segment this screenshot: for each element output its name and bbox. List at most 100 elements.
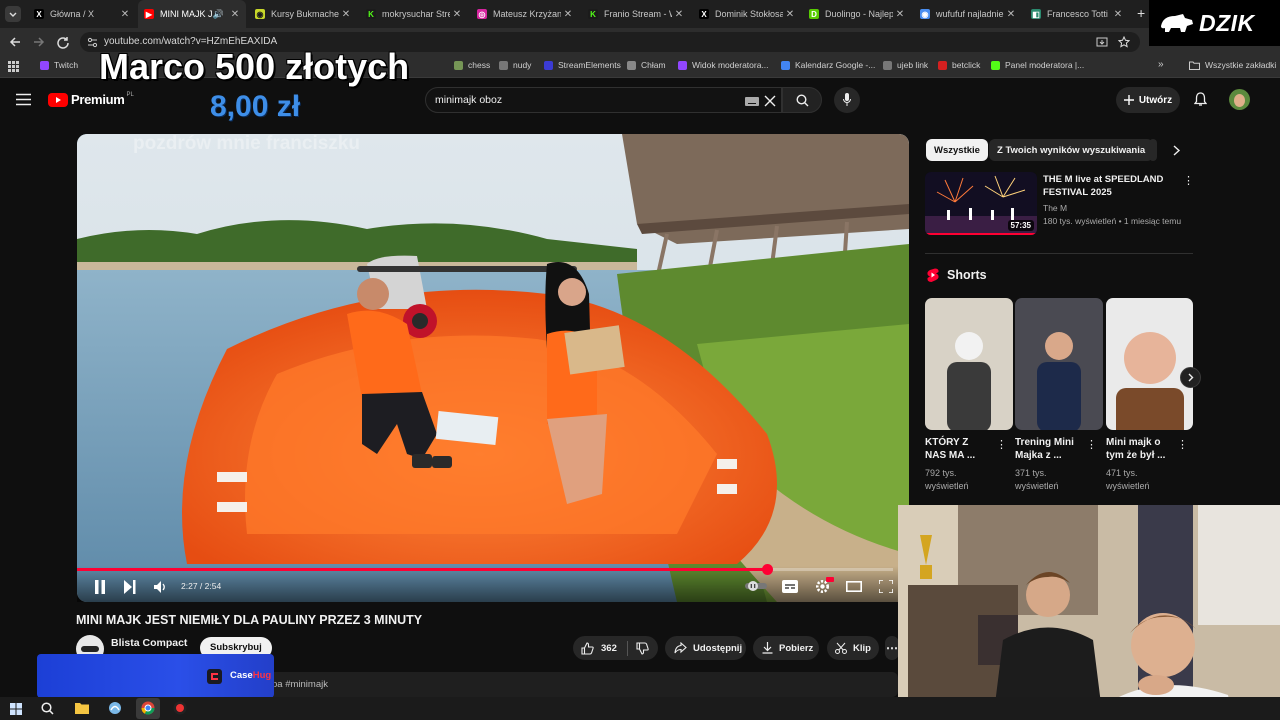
short-title-line2[interactable]: Majka z ... — [1015, 449, 1062, 462]
volume-icon[interactable] — [154, 580, 168, 594]
close-tab-icon[interactable]: ✕ — [1111, 9, 1125, 20]
close-tab-icon[interactable]: ✕ — [450, 9, 464, 20]
recommended-video-card[interactable]: 57:35 THE M live at SPEEDLAND FESTIVAL 2… — [925, 172, 1194, 236]
search-box[interactable]: minimajk oboz — [425, 87, 782, 113]
channel-name[interactable]: Blista Compact — [111, 637, 187, 649]
search-input[interactable]: minimajk oboz — [435, 94, 502, 106]
bookmark-star-icon[interactable] — [1118, 36, 1130, 48]
video-player[interactable] — [77, 134, 909, 602]
bookmarks-overflow-chevron[interactable]: » — [1158, 59, 1164, 70]
close-tab-icon[interactable]: ✕ — [783, 9, 797, 20]
tab-search-button[interactable] — [5, 6, 21, 22]
chrome-taskbar-active[interactable] — [136, 698, 160, 719]
close-tab-icon[interactable]: ✕ — [1004, 9, 1018, 20]
chip-all[interactable]: Wszystkie — [926, 139, 988, 161]
youtube-logo[interactable]: Premium PL — [48, 92, 134, 107]
short-title-line1[interactable]: Trening Mini — [1015, 436, 1074, 449]
close-tab-icon[interactable]: ✕ — [228, 9, 242, 20]
bookmark-item[interactable]: Chłam — [627, 60, 666, 70]
apps-grid-icon[interactable] — [8, 61, 19, 72]
browser-tab[interactable]: K Franio Stream - W ✕ — [582, 0, 690, 28]
autoplay-toggle-icon[interactable] — [745, 581, 767, 591]
account-avatar[interactable] — [1229, 89, 1250, 110]
browser-tab[interactable]: ◉ wufufuf najladnie ✕ — [914, 0, 1022, 28]
search-button[interactable] — [782, 87, 822, 113]
bookmark-item[interactable]: chess — [454, 60, 490, 70]
next-video-icon[interactable] — [124, 580, 136, 594]
file-explorer-icon[interactable] — [75, 702, 89, 714]
clear-search-icon[interactable] — [764, 95, 776, 107]
hamburger-menu-icon[interactable] — [16, 93, 31, 106]
short-thumbnail[interactable] — [1015, 298, 1103, 430]
close-tab-icon[interactable]: ✕ — [672, 9, 686, 20]
bookmark-item[interactable]: nudy — [499, 60, 531, 70]
notifications-bell-icon[interactable] — [1194, 92, 1207, 107]
browser-tab[interactable]: ◉ Kursy Bukmacher ✕ — [249, 0, 357, 28]
short-menu-kebab[interactable]: ⋮ — [1086, 438, 1097, 451]
all-bookmarks-folder[interactable]: Wszystkie zakładki — [1189, 60, 1276, 70]
short-title-line1[interactable]: KTÓRY Z — [925, 436, 968, 449]
bookmark-item[interactable]: Kalendarz Google -... — [781, 60, 875, 70]
windows-start-icon[interactable] — [10, 703, 22, 715]
create-button[interactable]: Utwórz — [1116, 87, 1180, 113]
close-tab-icon[interactable]: ✕ — [561, 9, 575, 20]
recommended-menu-kebab[interactable]: ⋮ — [1183, 174, 1194, 187]
close-tab-icon[interactable]: ✕ — [118, 9, 132, 20]
chips-next-chevron-icon[interactable] — [1172, 145, 1181, 156]
short-menu-kebab[interactable]: ⋮ — [996, 438, 1007, 451]
taskbar-app-icon[interactable] — [108, 701, 122, 715]
more-actions-button[interactable]: ⋯ — [885, 636, 899, 660]
keyboard-icon[interactable] — [745, 97, 759, 106]
voice-search-button[interactable] — [834, 87, 860, 113]
bookmark-item[interactable]: ujeb link — [883, 60, 928, 70]
short-title-line1[interactable]: Mini majk o — [1106, 436, 1160, 449]
short-title-line2[interactable]: NAS MA ... — [925, 449, 975, 462]
bookmark-item[interactable]: Panel moderatora |... — [991, 60, 1084, 70]
short-thumbnail[interactable] — [1106, 298, 1193, 430]
new-tab-button[interactable]: + — [1137, 5, 1145, 21]
chip-from-search[interactable]: Z Twoich wyników wyszukiwania — [989, 139, 1154, 161]
browser-tab[interactable]: ▶ MINI MAJK JE 🔊 ✕ — [138, 0, 246, 28]
recommended-thumbnail[interactable]: 57:35 — [925, 172, 1037, 235]
browser-tab[interactable]: D Duolingo - Najlep ✕ — [803, 0, 911, 28]
chip-next-partial[interactable] — [1149, 139, 1157, 161]
site-info-icon[interactable] — [87, 37, 98, 48]
clip-button[interactable]: Klip — [827, 636, 879, 660]
taskbar-search-icon[interactable] — [41, 702, 54, 715]
subtitles-icon[interactable] — [782, 580, 798, 593]
close-tab-icon[interactable]: ✕ — [893, 9, 907, 20]
bookmark-item[interactable]: Twitch — [40, 60, 78, 70]
share-button[interactable]: Udostępnij — [665, 636, 746, 660]
bookmark-item[interactable]: betclick — [938, 60, 980, 70]
back-icon[interactable] — [8, 35, 22, 49]
theater-mode-icon[interactable] — [846, 581, 862, 592]
short-title-line2[interactable]: tym że był ... — [1106, 449, 1165, 462]
browser-tab[interactable]: ◧ Francesco Totti Ic ✕ — [1025, 0, 1129, 28]
browser-tab[interactable]: X Dominik Stokłosa ✕ — [693, 0, 801, 28]
short-thumbnail[interactable] — [925, 298, 1013, 430]
thumbs-up-icon[interactable] — [581, 641, 594, 655]
browser-tab[interactable]: Kmokrysuchar Stre ✕ — [360, 0, 468, 28]
forward-icon[interactable] — [32, 35, 46, 49]
browser-tab[interactable]: X Główna / X ✕ — [28, 0, 136, 28]
recommended-title-line2[interactable]: FESTIVAL 2025 — [1043, 187, 1112, 198]
download-button[interactable]: Pobierz — [753, 636, 819, 660]
progress-scrubber[interactable] — [761, 564, 773, 575]
bookmark-item[interactable]: Widok moderatora... — [678, 60, 769, 70]
shorts-next-button[interactable] — [1180, 367, 1201, 388]
short-menu-kebab[interactable]: ⋮ — [1177, 438, 1188, 451]
recommended-channel[interactable]: The M — [1043, 203, 1067, 213]
browser-tab[interactable]: ◎ Mateusz Krzyżano ✕ — [471, 0, 579, 28]
streaming-app-icon[interactable] — [173, 701, 187, 715]
progress-track[interactable] — [77, 564, 893, 575]
fullscreen-icon[interactable] — [879, 580, 893, 593]
recommended-title-line1[interactable]: THE M live at SPEEDLAND — [1043, 174, 1163, 185]
tab-audio-icon[interactable]: 🔊 — [213, 9, 224, 20]
thumbs-down-icon[interactable] — [636, 641, 649, 655]
reload-icon[interactable] — [56, 35, 70, 49]
bookmark-item[interactable]: StreamElements — [544, 60, 621, 70]
pause-icon[interactable] — [94, 580, 106, 594]
like-count[interactable]: 362 — [601, 643, 617, 654]
install-app-icon[interactable] — [1096, 36, 1108, 48]
close-tab-icon[interactable]: ✕ — [339, 9, 353, 20]
